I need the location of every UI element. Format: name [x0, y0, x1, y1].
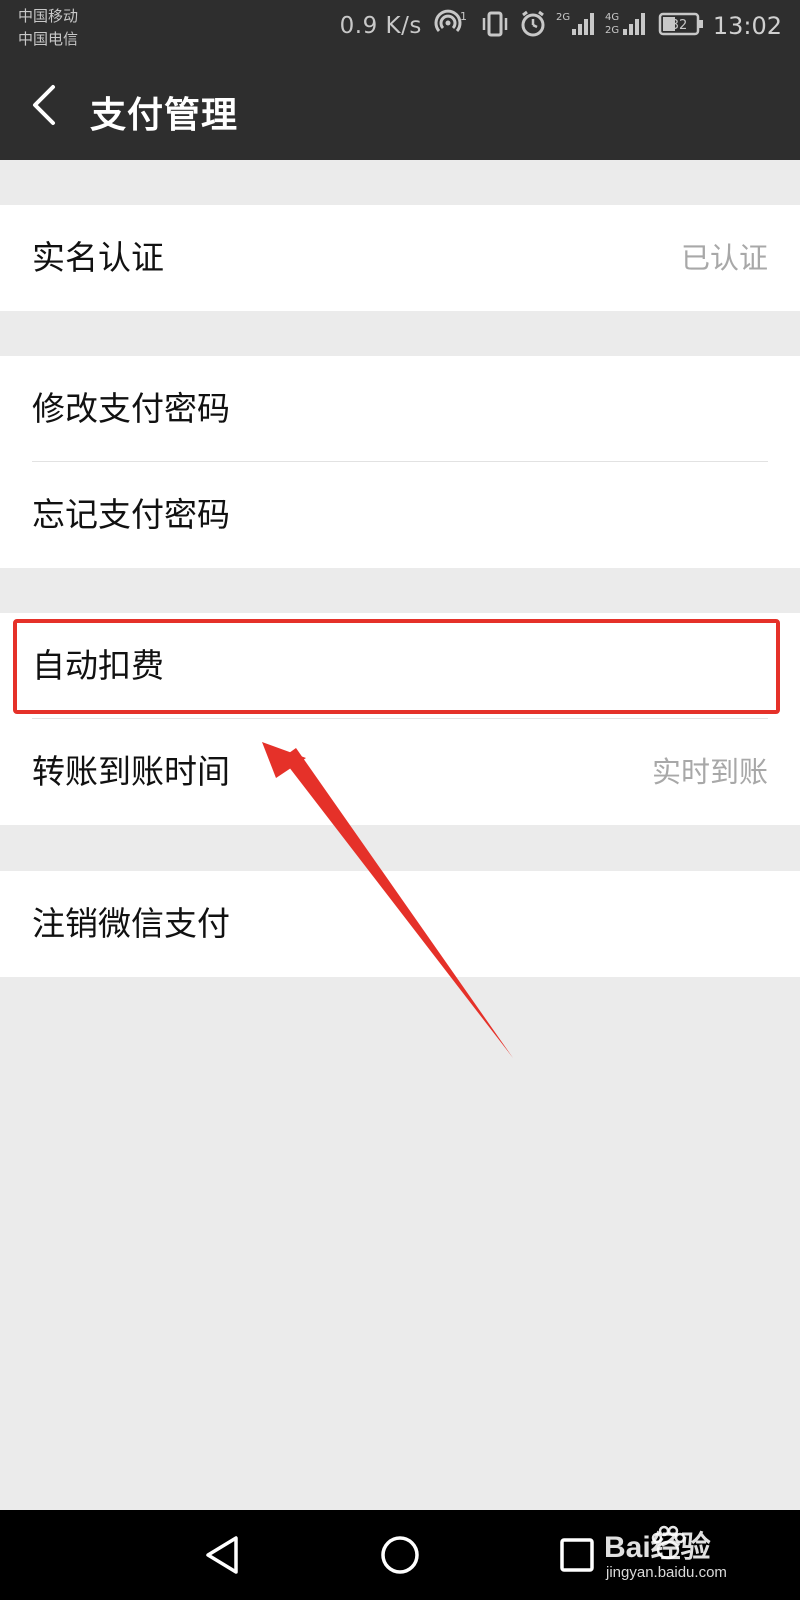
- net-speed: 0.9 K/s: [339, 13, 422, 39]
- cell-auto-deduction[interactable]: 自动扣费: [0, 613, 800, 719]
- signal-2g-icon: 2G: [556, 9, 596, 43]
- cell-label: 转账到账时间: [32, 752, 230, 791]
- triangle-back-icon: [194, 1536, 254, 1584]
- nav-recents-button[interactable]: [548, 1530, 608, 1580]
- nav-back-button[interactable]: [194, 1530, 254, 1580]
- cell-forgot-password[interactable]: 忘记支付密码: [0, 462, 800, 568]
- page-title: 支付管理: [90, 95, 239, 136]
- top-bar: 中国移动 中国电信 0.9 K/s 1 2G 4G 2G 32 13:02 支付…: [0, 0, 800, 160]
- settings-group-password: 修改支付密码 忘记支付密码: [0, 356, 800, 568]
- chevron-left-icon: [29, 83, 59, 131]
- signal-label-2: 4G: [605, 12, 619, 23]
- status-icons: 0.9 K/s 1 2G 4G 2G 32 13:02: [339, 9, 782, 43]
- cell-label: 实名认证: [32, 238, 164, 277]
- cell-change-password[interactable]: 修改支付密码: [0, 356, 800, 462]
- android-nav-bar: [0, 1510, 800, 1600]
- hotspot-icon: 1: [431, 9, 471, 43]
- signal-label-3: 2G: [605, 25, 619, 36]
- cell-label: 注销微信支付: [32, 904, 230, 943]
- vibrate-icon: [480, 9, 510, 43]
- battery-icon: 32: [658, 9, 704, 43]
- settings-group-payments: 自动扣费 转账到账时间 实时到账: [0, 613, 800, 825]
- hotspot-badge: 1: [460, 10, 467, 23]
- alarm-icon: [519, 9, 547, 43]
- signal-4g-icon: 4G 2G: [605, 9, 649, 43]
- clock: 13:02: [712, 12, 782, 40]
- cell-value: 已认证: [680, 241, 768, 275]
- cell-label: 自动扣费: [32, 646, 164, 685]
- battery-level: 32: [671, 18, 688, 33]
- title-bar: 支付管理: [0, 70, 800, 150]
- nav-home-button[interactable]: [370, 1530, 430, 1580]
- circle-home-icon: [370, 1536, 430, 1584]
- carrier-1: 中国移动: [18, 7, 79, 25]
- carrier-info: 中国移动 中国电信: [18, 5, 78, 51]
- back-button[interactable]: [22, 82, 66, 132]
- settings-group-verification: 实名认证 已认证: [0, 205, 800, 311]
- cell-transfer-time[interactable]: 转账到账时间 实时到账: [0, 719, 800, 825]
- cell-deactivate-wechat-pay[interactable]: 注销微信支付: [0, 871, 800, 977]
- signal-label-1: 2G: [556, 12, 570, 23]
- square-recents-icon: [548, 1538, 608, 1584]
- cell-label: 忘记支付密码: [32, 495, 230, 534]
- carrier-2: 中国电信: [18, 30, 79, 48]
- cell-label: 修改支付密码: [32, 389, 230, 428]
- status-bar: 中国移动 中国电信 0.9 K/s 1 2G 4G 2G 32 13:02: [0, 0, 800, 50]
- settings-group-account: 注销微信支付: [0, 871, 800, 977]
- cell-real-name-verification[interactable]: 实名认证 已认证: [0, 205, 800, 311]
- cell-value: 实时到账: [651, 755, 768, 789]
